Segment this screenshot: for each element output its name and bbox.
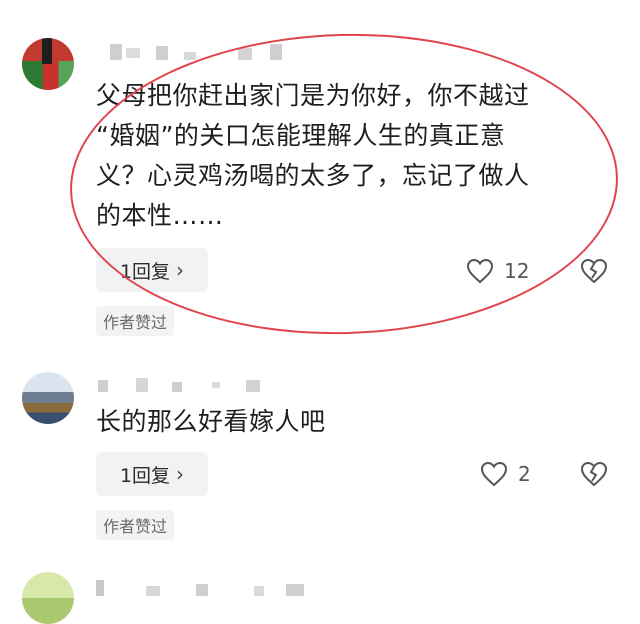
author-liked-badge: 作者赞过 xyxy=(96,306,175,336)
reply-button[interactable]: 1回复 › xyxy=(96,452,208,496)
comment-line: “婚姻”的关口怎能理解人生的真正意 xyxy=(96,121,506,150)
author-liked-badge: 作者赞过 xyxy=(96,510,175,540)
comment-text: 父母把你赶出家门是为你好，你不越过 “婚姻”的关口怎能理解人生的真正意 义？心灵… xyxy=(96,76,530,236)
comment-line: 的本性…… xyxy=(96,201,224,230)
chevron-right-icon: › xyxy=(176,258,185,282)
dislike-button[interactable] xyxy=(580,461,608,491)
heart-outline-icon xyxy=(480,461,508,487)
chevron-right-icon: › xyxy=(176,462,185,486)
reply-label: 1回复 xyxy=(119,464,171,487)
like-button[interactable]: 2 xyxy=(480,461,531,487)
reply-label: 1回复 xyxy=(119,260,171,283)
like-button[interactable]: 12 xyxy=(466,258,529,284)
comment-text: 长的那么好看嫁人吧 xyxy=(96,402,326,442)
broken-heart-icon xyxy=(580,461,608,487)
comment-line: 长的那么好看嫁人吧 xyxy=(96,407,326,436)
reply-button[interactable]: 1回复 › xyxy=(96,248,208,292)
comment-line: 义？心灵鸡汤喝的太多了，忘记了做人 xyxy=(96,161,530,190)
like-count: 2 xyxy=(518,462,531,486)
avatar[interactable] xyxy=(22,572,74,624)
avatar[interactable] xyxy=(22,372,74,424)
dislike-button[interactable] xyxy=(580,258,608,288)
heart-outline-icon xyxy=(466,258,494,284)
broken-heart-icon xyxy=(580,258,608,284)
avatar[interactable] xyxy=(22,38,74,90)
comment-line: 父母把你赶出家门是为你好，你不越过 xyxy=(96,81,530,110)
like-count: 12 xyxy=(504,259,530,283)
